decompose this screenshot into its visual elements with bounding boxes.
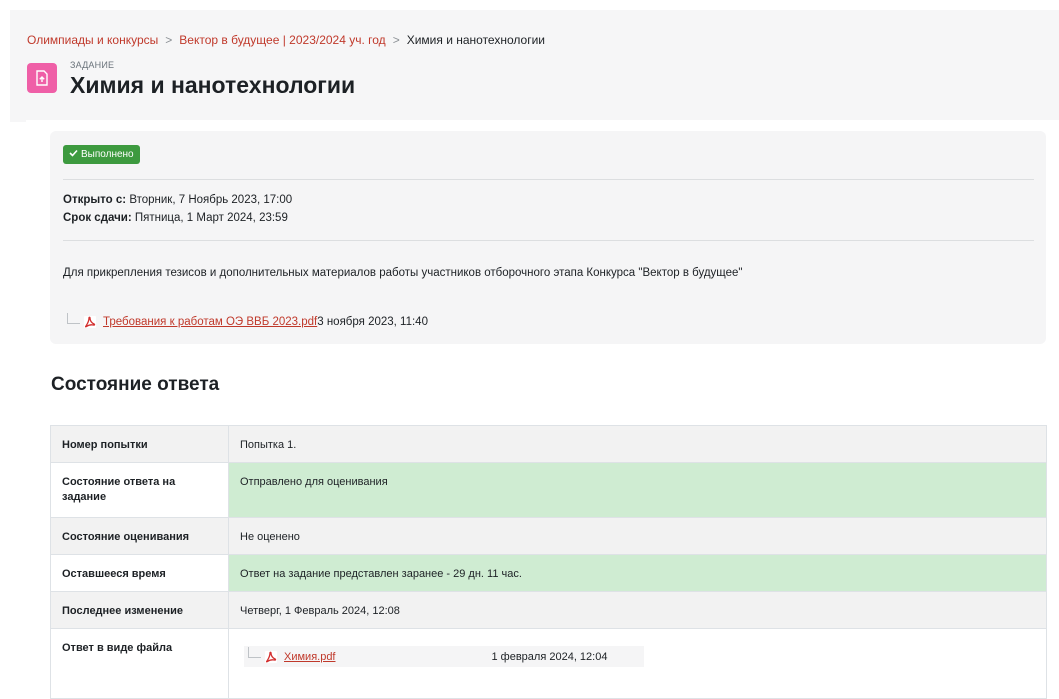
row-label: Последнее изменение	[50, 591, 229, 629]
table-row: Ответ в виде файла Химия.pdf 1 февраля 2…	[50, 628, 1047, 699]
attachment-link[interactable]: Требования к работам ОЭ ВВБ 2023.pdf	[103, 316, 317, 328]
completion-label: Выполнено	[81, 149, 134, 160]
breadcrumb-separator-icon: >	[165, 33, 173, 47]
page-title: Химия и нанотехнологии	[70, 72, 356, 98]
due-date-value: Пятница, 1 Март 2024, 23:59	[134, 212, 288, 224]
attachment-date: 3 ноября 2023, 11:40	[317, 316, 428, 328]
breadcrumb: Олимпиады и конкурсы > Вектор в будущее …	[27, 33, 545, 47]
assignment-description: Для прикрепления тезисов и дополнительны…	[63, 267, 743, 279]
row-label: Состояние оценивания	[50, 517, 229, 555]
table-row: Состояние ответа на задание Отправлено д…	[50, 462, 1047, 518]
row-value: Химия.pdf 1 февраля 2024, 12:04	[228, 628, 1047, 699]
submission-status-table: Номер попытки Попытка 1. Состояние ответ…	[50, 425, 1047, 699]
breadcrumb-link-olympiads[interactable]: Олимпиады и конкурсы	[27, 33, 158, 47]
page-header	[10, 10, 1059, 122]
assignment-upload-icon	[27, 63, 57, 93]
check-icon	[69, 149, 78, 160]
tree-branch-icon	[248, 647, 261, 658]
intro-attachment: Требования к работам ОЭ ВВБ 2023.pdf 3 н…	[63, 312, 428, 332]
completion-status-badge: Выполнено	[63, 145, 140, 164]
opened-date: Открыто с: Вторник, 7 Ноябрь 2023, 17:00	[63, 194, 292, 206]
row-label: Ответ в виде файла	[50, 628, 229, 699]
row-value: Попытка 1.	[228, 425, 1047, 463]
tree-branch-icon	[67, 312, 80, 324]
table-row: Состояние оценивания Не оценено	[50, 517, 1047, 555]
pdf-file-icon	[264, 650, 278, 664]
divider	[63, 179, 1034, 180]
row-value: Ответ на задание представлен заранее - 2…	[228, 554, 1047, 592]
table-row: Номер попытки Попытка 1.	[50, 425, 1047, 463]
due-date-label: Срок сдачи:	[63, 212, 132, 224]
pdf-file-icon	[83, 315, 97, 329]
due-date: Срок сдачи: Пятница, 1 Март 2024, 23:59	[63, 212, 288, 224]
submitted-file-date: 1 февраля 2024, 12:04	[491, 650, 608, 663]
row-value: Не оценено	[228, 517, 1047, 555]
row-label: Состояние ответа на задание	[50, 462, 229, 518]
opened-date-value: Вторник, 7 Ноябрь 2023, 17:00	[129, 194, 293, 206]
table-row: Последнее изменение Четверг, 1 Февраль 2…	[50, 591, 1047, 629]
submitted-file-link[interactable]: Химия.pdf	[284, 651, 336, 663]
submitted-file: Химия.pdf 1 февраля 2024, 12:04	[244, 646, 644, 667]
table-row: Оставшееся время Ответ на задание предст…	[50, 554, 1047, 592]
breadcrumb-current: Химия и нанотехнологии	[406, 33, 545, 47]
activity-type-label: ЗАДАНИЕ	[70, 60, 115, 70]
breadcrumb-separator-icon: >	[392, 33, 400, 47]
opened-date-label: Открыто с:	[63, 194, 127, 206]
row-label: Оставшееся время	[50, 554, 229, 592]
row-value: Четверг, 1 Февраль 2024, 12:08	[228, 591, 1047, 629]
row-label: Номер попытки	[50, 425, 229, 463]
divider	[63, 240, 1034, 241]
submission-status-heading: Состояние ответа	[51, 374, 220, 395]
breadcrumb-link-course[interactable]: Вектор в будущее | 2023/2024 уч. год	[179, 33, 385, 47]
row-value: Отправлено для оценивания	[228, 462, 1047, 518]
